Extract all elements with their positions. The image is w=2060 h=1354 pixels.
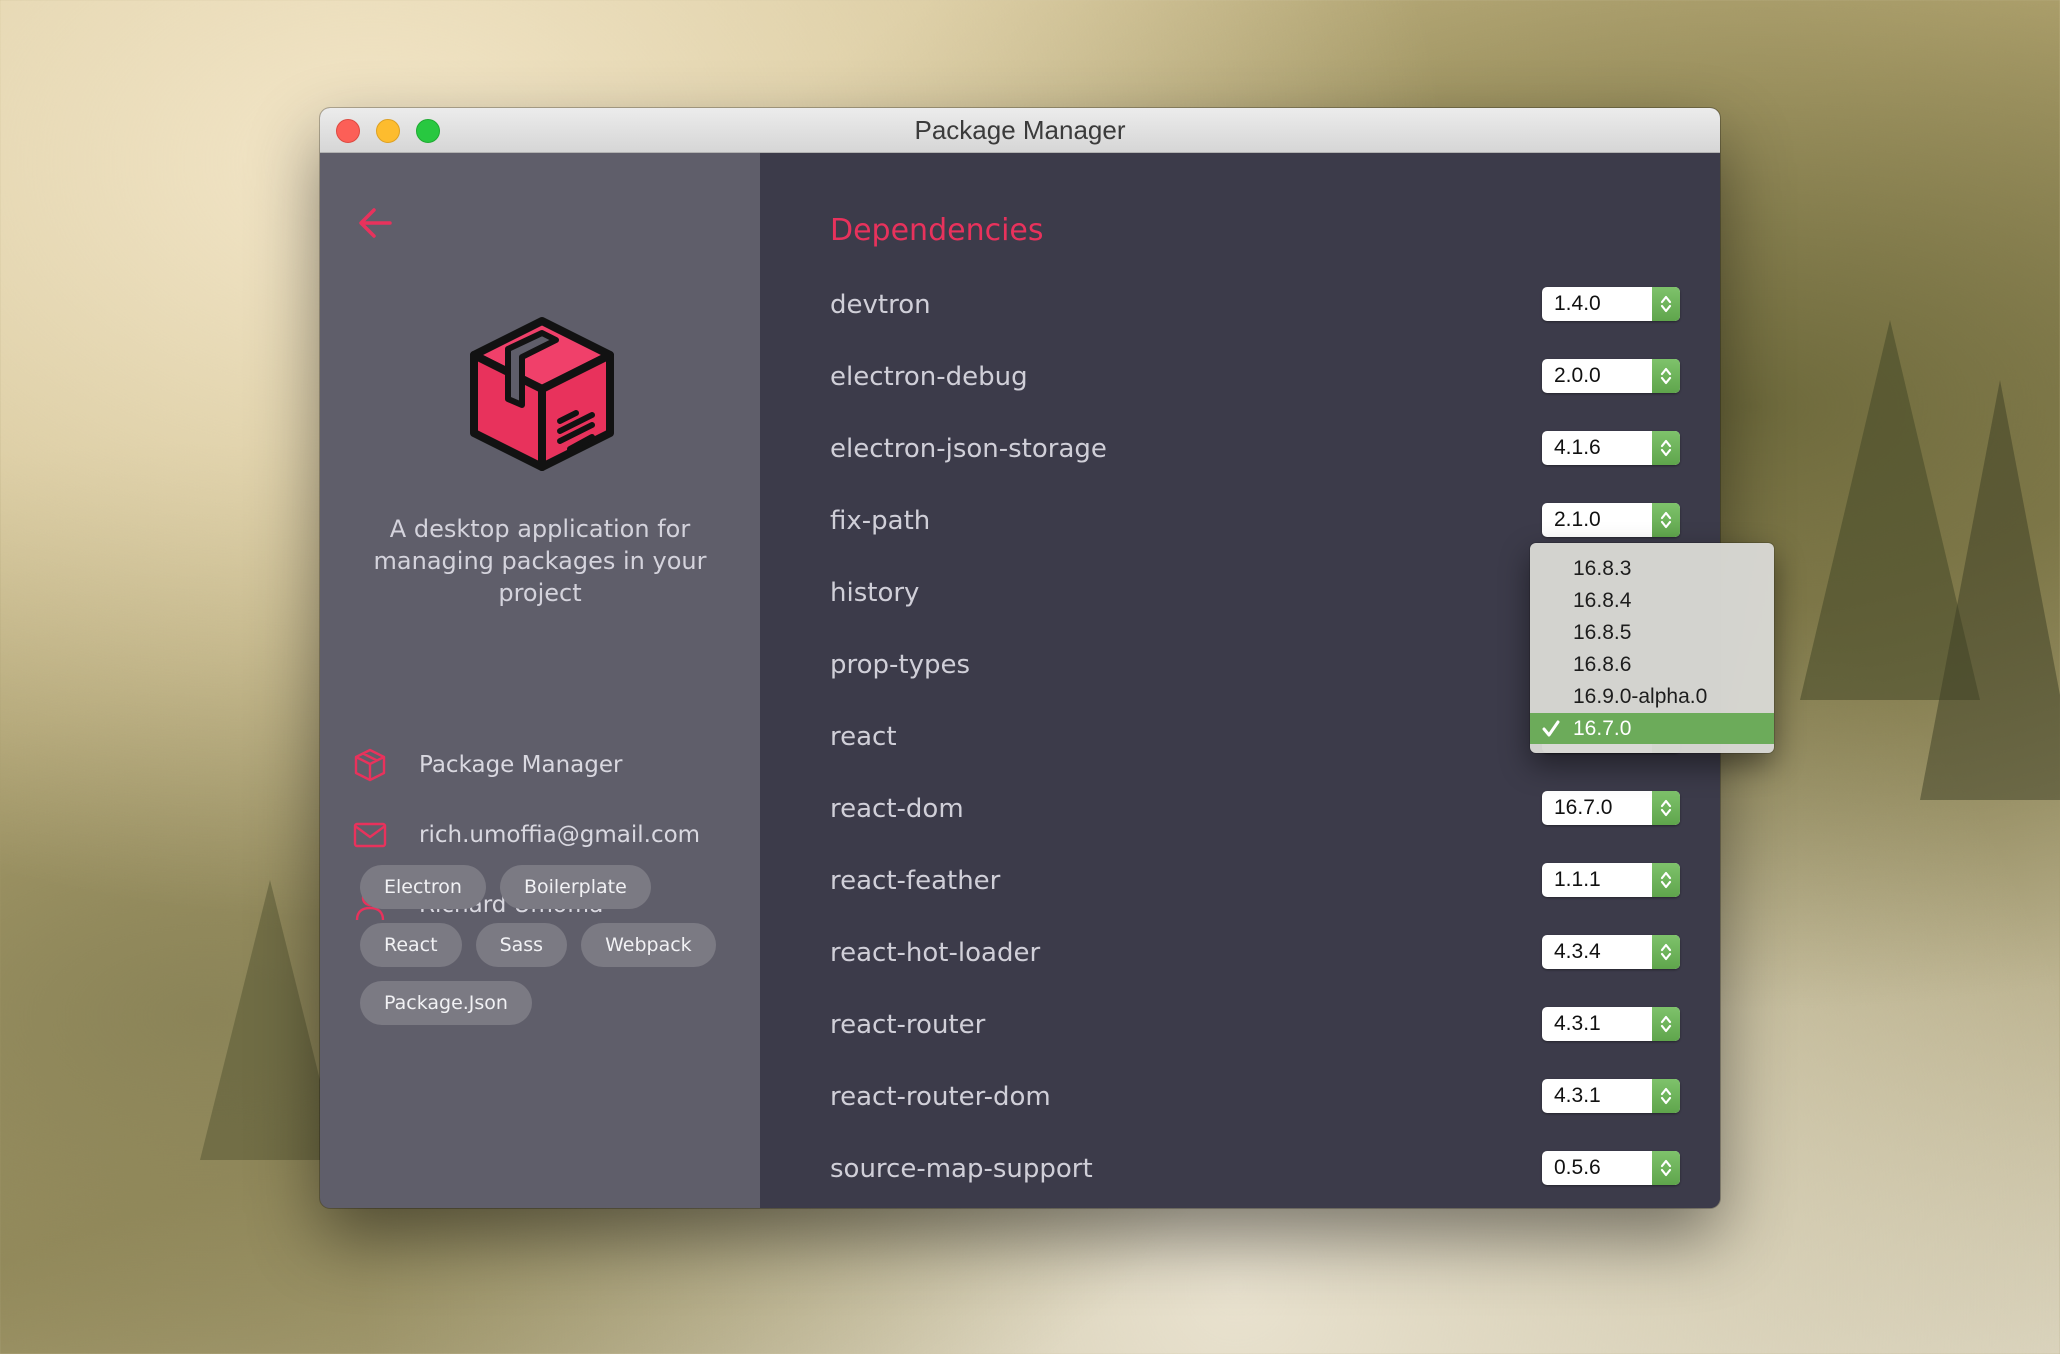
version-value: 4.1.6 [1554,436,1601,459]
select-arrows-icon[interactable] [1652,503,1680,537]
dependency-row: react-router 4.3.1 [830,1005,1680,1045]
dependency-name: prop-types [830,650,971,680]
version-option[interactable]: 16.8.3 [1530,553,1774,584]
app-description: A desktop application for managing packa… [373,515,707,607]
tag[interactable]: Boilerplate [499,865,651,909]
version-option-label: 16.8.5 [1573,621,1632,644]
tag[interactable]: Webpack [581,923,716,967]
background-tree [200,880,340,1160]
dependency-name: fix-path [830,506,931,536]
tag[interactable]: Sass [475,923,568,967]
select-arrows-icon[interactable] [1652,359,1680,393]
dependency-row: fix-path 2.1.0 [830,501,1680,541]
version-value: 16.7.0 [1554,796,1613,819]
version-select[interactable]: 0.5.6 [1542,1151,1680,1185]
info-package-text: Package Manager [419,752,623,778]
dependency-name: electron-debug [830,362,1028,392]
info-email: rich.umoffia@gmail.com [350,815,700,855]
dependency-row: electron-debug 2.0.0 [830,357,1680,397]
select-arrows-icon[interactable] [1652,1007,1680,1041]
dependency-row: react-hot-loader 4.3.4 [830,933,1680,973]
sidebar: A desktop application for managing packa… [320,153,760,1208]
select-arrows-icon[interactable] [1652,1079,1680,1113]
select-arrows-icon[interactable] [1652,935,1680,969]
version-option-label: 16.9.0-alpha.0 [1573,685,1708,708]
app-window: Package Manager A desktop application fo… [320,108,1720,1208]
version-select[interactable]: 16.7.0 [1542,791,1680,825]
background-tree [1920,380,2060,800]
dependency-name: react [830,722,897,752]
window-title: Package Manager [914,115,1126,145]
version-select[interactable]: 2.0.0 [1542,359,1680,393]
dependency-row: source-map-support 0.5.6 [830,1149,1680,1189]
dependency-name: react-dom [830,794,964,824]
version-select[interactable]: 4.3.1 [1542,1007,1680,1041]
tag[interactable]: React [360,923,462,967]
info-email-text: rich.umoffia@gmail.com [419,822,701,848]
version-option-label: 16.8.4 [1573,589,1632,612]
dependency-name: react-feather [830,866,1001,896]
version-value: 0.5.6 [1554,1156,1601,1179]
dependency-name: react-router-dom [830,1082,1051,1112]
dependency-row: react-router-dom 4.3.1 [830,1077,1680,1117]
dependency-name: electron-json-storage [830,434,1107,464]
dependency-name: devtron [830,290,931,320]
back-arrow-icon[interactable] [354,201,398,245]
version-select[interactable]: 1.1.1 [1542,863,1680,897]
version-option[interactable]: 16.8.6 [1530,649,1774,680]
version-value: 1.1.1 [1554,868,1601,891]
version-dropdown-menu: 16.8.3 16.8.4 16.8.5 16.8.6 16.9.0-alpha.0 16… [1530,543,1774,753]
tag-list: Electron Boilerplate React Sass Webpack Pac… [360,865,750,1039]
version-option[interactable]: 16.9.0-alpha.0 [1530,681,1774,712]
select-arrows-icon[interactable] [1652,431,1680,465]
version-value: 1.4.0 [1554,292,1601,315]
dependency-name: react-router [830,1010,986,1040]
tag[interactable]: Package.Json [360,981,532,1025]
info-package: Package Manager [350,745,622,785]
version-option[interactable]: 16.7.0 [1530,713,1774,744]
select-arrows-icon[interactable] [1652,863,1680,897]
version-select[interactable]: 4.3.1 [1542,1079,1680,1113]
version-option-label: 16.8.6 [1573,653,1632,676]
dependency-row: devtron 1.4.0 [830,285,1680,325]
select-arrows-icon[interactable] [1652,287,1680,321]
dependency-name: react-hot-loader [830,938,1041,968]
version-value: 2.1.0 [1554,508,1601,531]
version-value: 4.3.4 [1554,940,1601,963]
version-select[interactable]: 2.1.0 [1542,503,1680,537]
version-value: 2.0.0 [1554,364,1601,387]
select-arrows-icon[interactable] [1652,1151,1680,1185]
dependency-row: electron-json-storage 4.1.6 [830,429,1680,469]
version-option-label: 16.8.3 [1573,557,1632,580]
tag[interactable]: Electron [360,865,486,909]
dependency-name: history [830,578,920,608]
package-icon [350,745,390,785]
version-value: 4.3.1 [1554,1084,1601,1107]
version-value: 4.3.1 [1554,1012,1601,1035]
version-select[interactable]: 4.3.4 [1542,935,1680,969]
version-option[interactable]: 16.8.5 [1530,617,1774,648]
version-select[interactable]: 4.1.6 [1542,431,1680,465]
select-arrows-icon[interactable] [1652,791,1680,825]
version-option[interactable]: 16.8.4 [1530,585,1774,616]
package-logo-icon [460,313,624,477]
mail-icon [350,815,390,855]
section-heading: Dependencies [830,213,1044,248]
title-bar: Package Manager [320,108,1720,153]
checkmark-icon [1540,713,1562,753]
dependency-name: source-map-support [830,1154,1093,1184]
dependency-row: react-dom 16.7.0 [830,789,1680,829]
dependency-row: react-feather 1.1.1 [830,861,1680,901]
version-select[interactable]: 1.4.0 [1542,287,1680,321]
version-option-label: 16.7.0 [1573,717,1632,740]
